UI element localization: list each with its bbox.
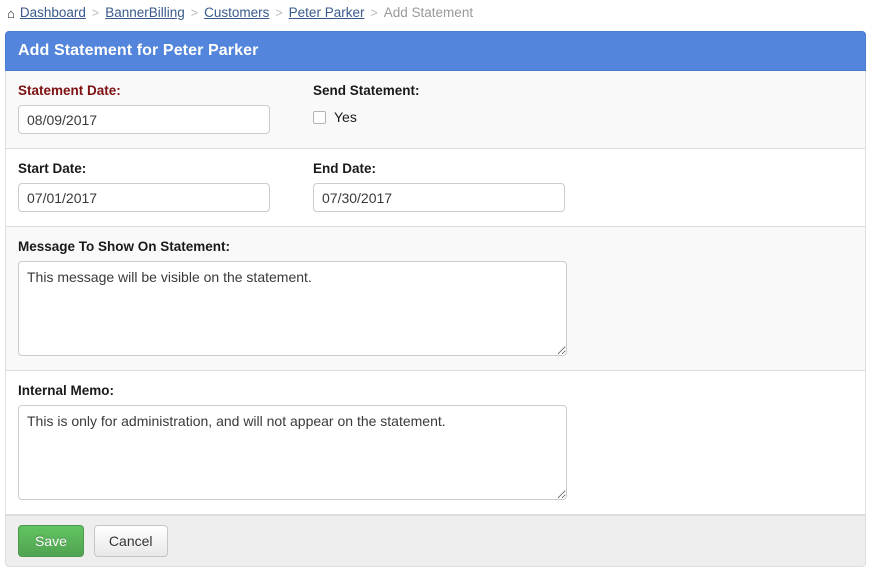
send-statement-checkbox-row[interactable]: Yes <box>313 105 853 127</box>
add-statement-panel: Add Statement for Peter Parker Statement… <box>5 31 866 567</box>
home-icon[interactable]: ⌂ <box>7 5 15 23</box>
breadcrumb-separator: > <box>370 6 378 20</box>
send-statement-checkbox-label: Yes <box>334 109 357 125</box>
breadcrumb-separator: > <box>190 6 199 20</box>
field-send-statement: Send Statement: Yes <box>313 83 853 134</box>
panel-body: Statement Date: Send Statement: Yes Star… <box>5 71 866 515</box>
cancel-button[interactable]: Cancel <box>93 525 168 557</box>
field-message: Message To Show On Statement: <box>18 239 853 356</box>
panel-header: Add Statement for Peter Parker <box>5 31 866 71</box>
breadcrumb-item-customers[interactable]: Customers <box>204 5 269 20</box>
breadcrumb-separator: > <box>91 6 100 20</box>
save-button[interactable]: Save <box>18 525 84 557</box>
breadcrumb-item-add-statement: Add Statement <box>383 5 474 20</box>
field-internal-memo: Internal Memo: <box>18 383 853 500</box>
end-date-input[interactable] <box>313 183 565 212</box>
form-row-statement-date: Statement Date: Send Statement: Yes <box>6 71 865 149</box>
breadcrumb: ⌂ Dashboard > BannerBilling > Customers > Peter… <box>0 0 873 25</box>
message-textarea[interactable] <box>18 261 567 356</box>
send-statement-checkbox[interactable] <box>313 110 326 124</box>
start-date-input[interactable] <box>18 183 270 212</box>
statement-date-label: Statement Date: <box>18 83 121 98</box>
breadcrumb-item-bannerbilling[interactable]: BannerBilling <box>105 5 185 20</box>
form-row-date-range: Start Date: End Date: <box>6 149 865 227</box>
end-date-label: End Date: <box>313 161 377 176</box>
internal-memo-textarea[interactable] <box>18 405 567 500</box>
breadcrumb-item-dashboard[interactable]: Dashboard <box>20 5 86 20</box>
start-date-label: Start Date: <box>18 161 87 176</box>
breadcrumb-separator: > <box>275 6 283 20</box>
field-statement-date: Statement Date: <box>18 83 313 134</box>
page-title: Add Statement for Peter Parker <box>18 42 259 59</box>
form-row-internal-memo: Internal Memo: <box>6 371 865 515</box>
message-label: Message To Show On Statement: <box>18 239 231 254</box>
internal-memo-label: Internal Memo: <box>18 383 115 398</box>
form-row-message: Message To Show On Statement: <box>6 227 865 371</box>
breadcrumb-item-peter-parker[interactable]: Peter Parker <box>289 5 365 20</box>
field-end-date: End Date: <box>313 161 853 212</box>
statement-date-input[interactable] <box>18 105 270 134</box>
panel-footer: Save Cancel <box>5 515 866 567</box>
field-start-date: Start Date: <box>18 161 313 212</box>
send-statement-label: Send Statement: <box>313 83 420 98</box>
